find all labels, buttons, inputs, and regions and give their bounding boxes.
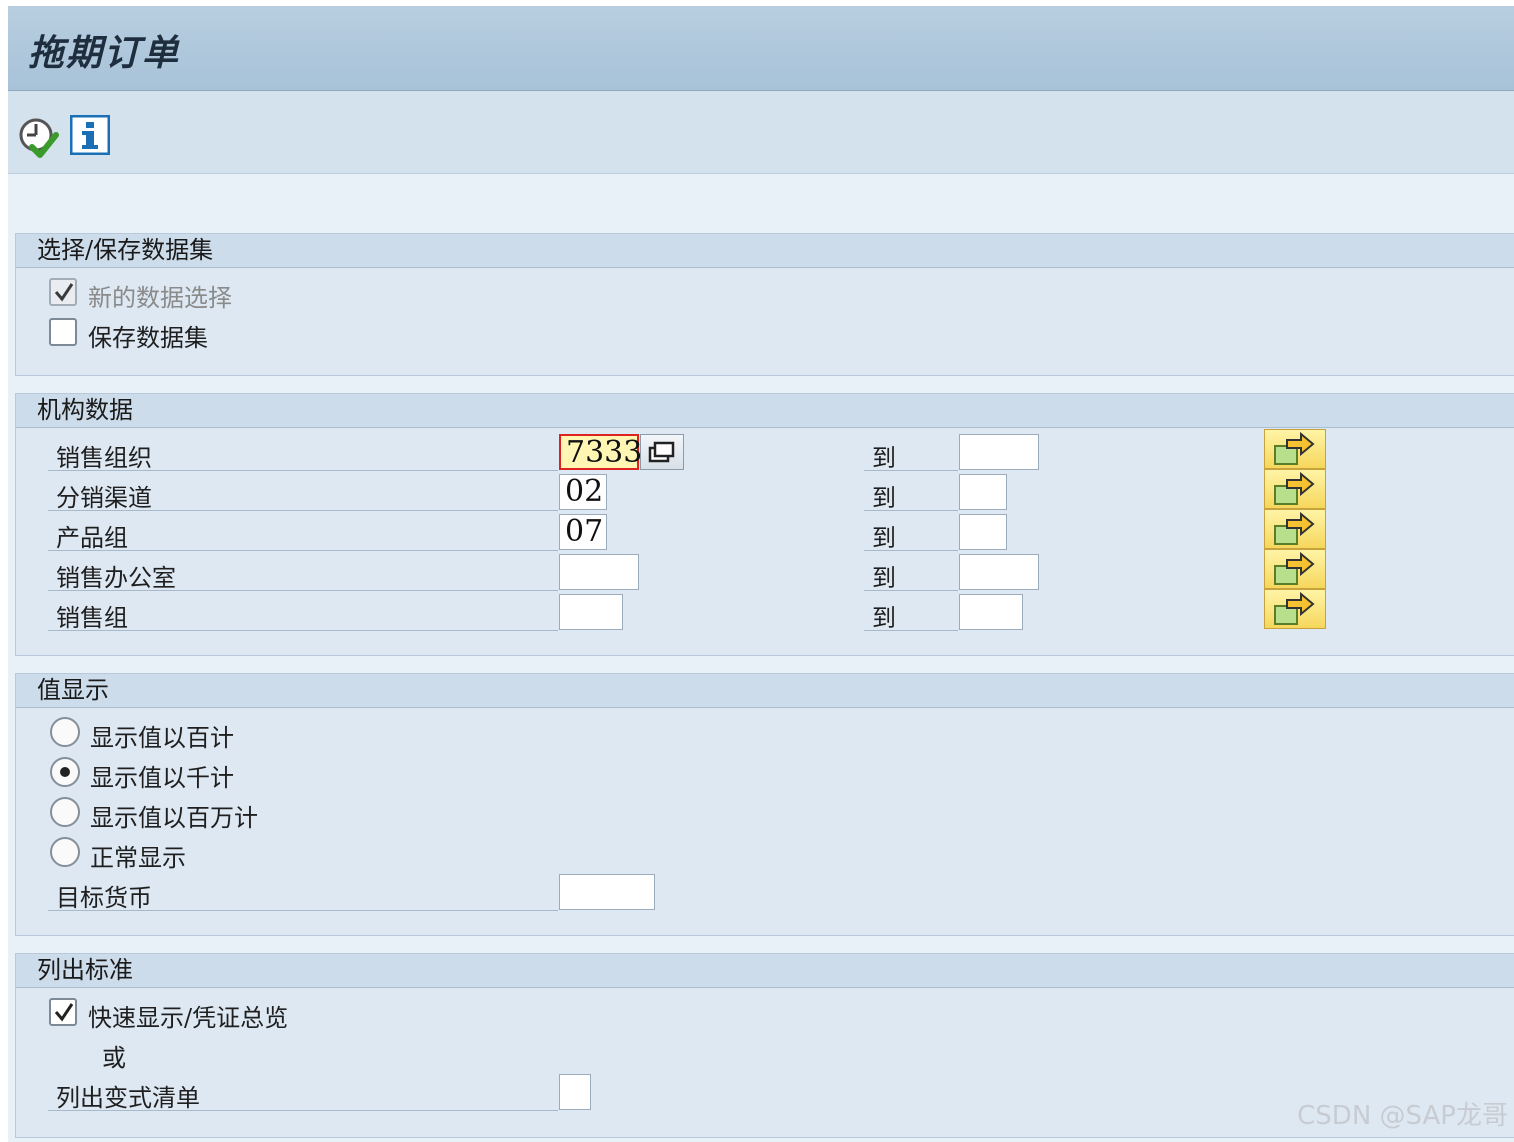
division-from-input[interactable]: 07: [559, 514, 607, 550]
division-to-input[interactable]: [959, 514, 1007, 550]
group-value-display-header: 值显示: [16, 674, 1514, 708]
info-button[interactable]: [69, 114, 111, 156]
radio-hundreds-label: 显示值以百计: [90, 724, 234, 752]
multiple-selection-icon: [1274, 431, 1315, 465]
or-label: 或: [102, 1044, 126, 1072]
to-label: 到: [872, 484, 896, 512]
to-label: 到: [872, 604, 896, 632]
multiple-selection-icon: [1274, 591, 1315, 625]
sales-org-to-input[interactable]: [959, 434, 1039, 470]
checkmark-icon: [54, 283, 74, 302]
radio-millions[interactable]: [50, 797, 80, 827]
multiple-selection-button[interactable]: [1264, 509, 1326, 549]
target-currency-input[interactable]: [559, 874, 655, 910]
title-bar: 拖期订单: [8, 6, 1514, 91]
application-toolbar: [8, 91, 1514, 174]
value-help-icon: [648, 441, 675, 463]
radio-thousands[interactable]: [50, 757, 80, 787]
multiple-selection-icon: [1274, 471, 1315, 505]
sales-office-to-input[interactable]: [959, 554, 1039, 590]
save-dataset-label: 保存数据集: [88, 324, 208, 352]
group-dataset-header: 选择/保存数据集: [16, 234, 1514, 268]
to-label: 到: [872, 444, 896, 472]
save-dataset-checkbox[interactable]: [49, 318, 77, 346]
sales-office-label: 销售办公室: [56, 564, 176, 592]
radio-hundreds[interactable]: [50, 717, 80, 747]
checkmark-icon: [54, 1003, 74, 1022]
group-org-data: 机构数据 销售组织 7333 到 分销渠道 02 到 产品组 07 到 销售办公…: [15, 393, 1514, 656]
value-help-button[interactable]: [640, 434, 684, 470]
main-window: 拖期订单 选择/保存数据集 新的数据选择 保存数据集 机构数据 销售组织 733…: [8, 6, 1514, 1142]
quick-display-checkbox[interactable]: [49, 998, 77, 1026]
execute-button[interactable]: [18, 115, 59, 158]
multiple-selection-button[interactable]: [1264, 429, 1326, 469]
sales-org-from-input[interactable]: 7333: [559, 434, 642, 470]
group-dataset: 选择/保存数据集 新的数据选择 保存数据集: [15, 233, 1514, 376]
target-currency-label: 目标货币: [56, 884, 152, 912]
to-label: 到: [872, 524, 896, 552]
clock-check-icon: [19, 118, 59, 158]
sales-group-to-input[interactable]: [959, 594, 1023, 630]
quick-display-label: 快速显示/凭证总览: [88, 1004, 289, 1032]
info-icon: [69, 114, 111, 156]
multiple-selection-button[interactable]: [1264, 549, 1326, 589]
radio-thousands-label: 显示值以千计: [90, 764, 234, 792]
list-variant-label: 列出变式清单: [56, 1084, 200, 1112]
group-list-criteria: 列出标准 快速显示/凭证总览 或 列出变式清单: [15, 953, 1514, 1138]
sales-org-label: 销售组织: [56, 444, 152, 472]
list-variant-input[interactable]: [559, 1074, 591, 1110]
sales-group-label: 销售组: [56, 604, 128, 632]
watermark: CSDN @SAP龙哥: [1297, 1101, 1508, 1131]
to-label: 到: [872, 564, 896, 592]
radio-millions-label: 显示值以百万计: [90, 804, 258, 832]
distribution-channel-to-input[interactable]: [959, 474, 1007, 510]
radio-normal[interactable]: [50, 837, 80, 867]
sales-office-from-input[interactable]: [559, 554, 639, 590]
division-label: 产品组: [56, 524, 128, 552]
group-value-display: 值显示 显示值以百计 显示值以千计 显示值以百万计 正常显示 目标货币: [15, 673, 1514, 936]
group-org-header: 机构数据: [16, 394, 1514, 428]
distribution-channel-from-input[interactable]: 02: [559, 474, 607, 510]
sales-group-from-input[interactable]: [559, 594, 623, 630]
new-selection-label: 新的数据选择: [88, 284, 232, 312]
group-list-criteria-header: 列出标准: [16, 954, 1514, 988]
multiple-selection-button[interactable]: [1264, 469, 1326, 509]
new-selection-checkbox[interactable]: [49, 278, 77, 306]
multiple-selection-icon: [1274, 551, 1315, 585]
multiple-selection-icon: [1274, 511, 1315, 545]
page-title: 拖期订单: [28, 32, 181, 74]
radio-normal-label: 正常显示: [90, 844, 186, 872]
multiple-selection-button[interactable]: [1264, 589, 1326, 629]
distribution-channel-label: 分销渠道: [56, 484, 152, 512]
